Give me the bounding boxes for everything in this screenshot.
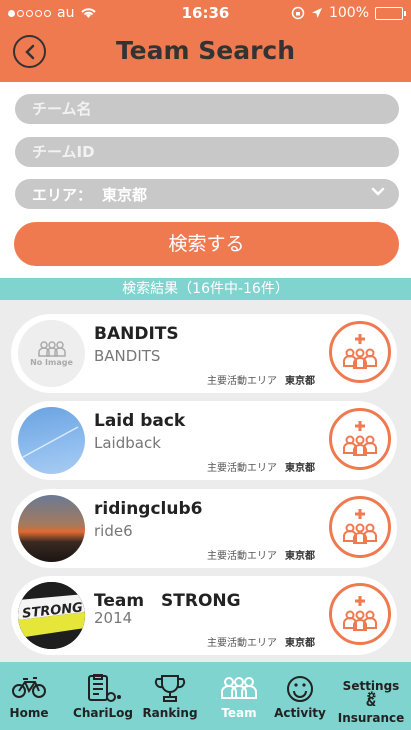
location-icon <box>311 8 322 18</box>
tab-activity[interactable]: Activity <box>272 662 328 730</box>
smiley-icon <box>287 676 313 702</box>
tab-settings-insurance[interactable]: Settings & Insurance <box>336 662 406 730</box>
team-list: No Image BANDITS BANDITS 主要活動エリア 東京都 Laid… <box>0 300 411 662</box>
team-name: Team STRONG <box>94 591 241 611</box>
team-avatar: STRONG <box>18 582 85 649</box>
trophy-icon <box>154 675 186 702</box>
list-item[interactable]: STRONG Team STRONG 2014 主要活動エリア 東京都 <box>11 576 397 655</box>
header: au 16:36 100% Team Search <box>0 0 411 82</box>
status-bar: au 16:36 100% <box>0 0 411 28</box>
list-item[interactable]: ridingclub6 ride6 主要活動エリア 東京都 <box>11 489 397 568</box>
battery-icon <box>375 6 406 20</box>
group-icon <box>221 677 257 699</box>
add-group-icon <box>343 334 377 369</box>
tab-team[interactable]: Team <box>210 662 268 730</box>
team-avatar <box>18 407 85 474</box>
contrail-image <box>22 426 79 458</box>
team-avatar <box>18 495 85 562</box>
team-name: BANDITS <box>94 324 179 344</box>
bicycle-icon <box>12 677 46 698</box>
tab-ranking[interactable]: Ranking <box>140 662 200 730</box>
team-id: Laidback <box>94 434 161 452</box>
no-image-label: No Image <box>30 358 73 367</box>
tab-charilog[interactable]: ChariLog <box>68 662 138 730</box>
team-id: ride6 <box>94 522 133 540</box>
list-item[interactable]: No Image BANDITS BANDITS 主要活動エリア 東京都 <box>11 314 397 393</box>
team-name: ridingclub6 <box>94 499 203 519</box>
area-select[interactable]: エリア： 東京都 <box>15 179 399 209</box>
results-summary: 検索結果（16件中-16件） <box>0 278 411 300</box>
team-area: 主要活動エリア 東京都 <box>207 638 315 649</box>
join-team-button[interactable] <box>329 321 391 383</box>
team-area: 主要活動エリア 東京都 <box>207 463 315 474</box>
battery-percent: 100% <box>328 5 369 21</box>
lock-rotation-icon <box>291 6 305 20</box>
area-label: エリア： <box>32 185 93 204</box>
chevron-down-icon <box>371 187 385 196</box>
search-form: エリア： 東京都 検索する <box>0 82 411 278</box>
tab-bar: Home ChariLog Ranking Team Activity Sett… <box>0 662 411 730</box>
team-avatar: No Image <box>18 320 85 387</box>
team-id: BANDITS <box>94 347 161 365</box>
join-team-button[interactable] <box>329 583 391 645</box>
tab-home[interactable]: Home <box>0 662 58 730</box>
add-group-icon <box>343 509 377 544</box>
join-team-button[interactable] <box>329 408 391 470</box>
team-area: 主要活動エリア 東京都 <box>207 551 315 562</box>
search-button[interactable]: 検索する <box>14 222 399 266</box>
area-value: 東京都 <box>102 185 148 204</box>
add-group-icon <box>343 596 377 631</box>
team-id: 2014 <box>94 609 133 627</box>
clipboard-bike-icon <box>88 674 121 702</box>
team-area: 主要活動エリア 東京都 <box>207 376 315 387</box>
strong-logo-image: STRONG <box>18 582 85 649</box>
gear-icon <box>366 691 376 700</box>
team-name: Laid back <box>94 411 186 431</box>
group-icon <box>37 341 66 357</box>
page-title: Team Search <box>115 36 296 65</box>
list-item[interactable]: Laid back Laidback 主要活動エリア 東京都 <box>11 401 397 480</box>
add-group-icon <box>343 421 377 456</box>
team-id-input[interactable] <box>15 137 399 167</box>
join-team-button[interactable] <box>329 496 391 558</box>
team-name-input[interactable] <box>15 94 399 124</box>
